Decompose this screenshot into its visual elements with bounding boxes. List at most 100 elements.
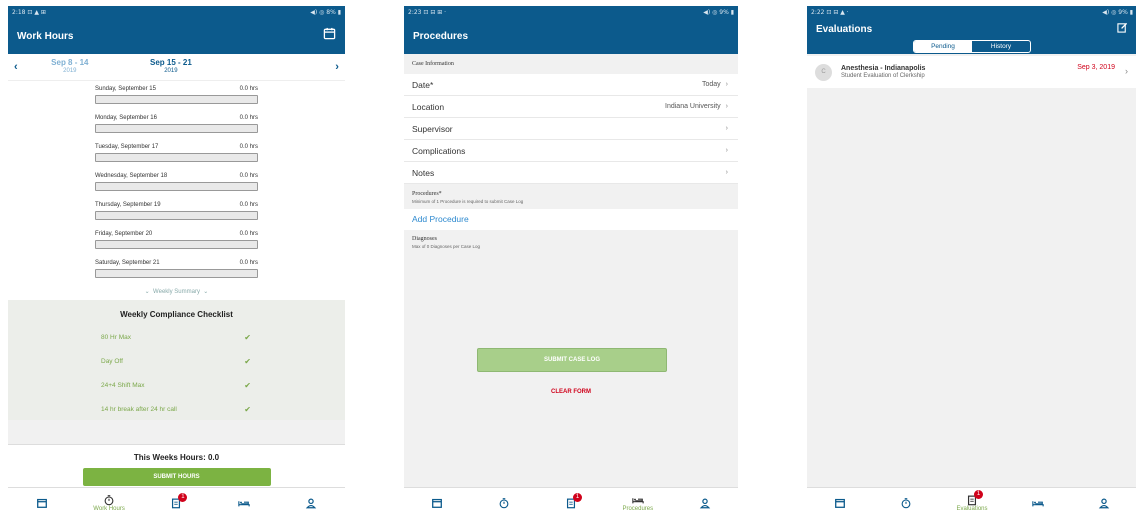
compliance-item: 24+4 Shift Max ✔ — [8, 373, 345, 397]
hours-bar — [95, 124, 258, 133]
tab-evaluations[interactable]: 1 — [551, 492, 591, 509]
tab-pending[interactable]: Pending — [914, 41, 972, 52]
submit-case-log-button[interactable]: SUBMIT CASE LOG — [477, 348, 667, 372]
current-week-year: 2019 — [164, 68, 178, 74]
tab-work-hours[interactable] — [886, 497, 926, 509]
segmented-control: Pending History — [807, 40, 1136, 54]
clear-form-button[interactable]: CLEAR FORM — [404, 389, 738, 395]
tab-calendar[interactable] — [820, 497, 860, 509]
chevron-right-icon: › — [725, 147, 728, 154]
tab-evaluations[interactable]: 1 — [156, 492, 196, 509]
stopwatch-icon — [499, 497, 509, 508]
evaluations-screen: 2:22 ⊡ ⊟ ▲ · ◀) ◎ 9% ▮ Evaluations Pendi… — [807, 6, 1136, 517]
evaluation-list-item[interactable]: C Anesthesia - Indianapolis Student Eval… — [807, 56, 1136, 88]
procedures-header: Procedures* — [412, 191, 442, 197]
day-list: Sunday, September 15 0.0 hrs Monday, Sept… — [8, 81, 345, 300]
procedures-screen: 2:23 ⊡ ⊟ ⊞ · ◀) ◎ 9% ▮ Procedures Case I… — [404, 6, 738, 517]
notes-row[interactable]: Notes › — [404, 162, 738, 184]
check-icon: ✔ — [244, 380, 251, 390]
hours-bar — [95, 182, 258, 191]
day-row[interactable]: Tuesday, September 17 0.0 hrs — [8, 141, 345, 170]
tab-history[interactable]: History — [972, 41, 1030, 52]
submit-hours-button[interactable]: SUBMIT HOURS — [82, 468, 271, 486]
chevron-right-icon: › — [725, 125, 728, 132]
tab-work-hours[interactable] — [484, 497, 524, 509]
check-icon: ✔ — [244, 356, 251, 366]
weekly-summary-toggle[interactable]: ⌄ Weekly Summary ⌄ — [8, 286, 345, 300]
day-row[interactable]: Friday, September 20 0.0 hrs — [8, 228, 345, 257]
supervisor-row[interactable]: Supervisor › — [404, 118, 738, 140]
user-icon — [699, 498, 710, 508]
compliance-item: 14 hr break after 24 hr call ✔ — [8, 397, 345, 421]
prev-week-year: 2019 — [63, 68, 77, 74]
tab-procedures[interactable] — [224, 497, 264, 509]
row-label: Date* — [412, 79, 434, 90]
diagnoses-header: Diagnoses — [412, 236, 437, 242]
evaluation-date: Sep 3, 2019 — [1077, 64, 1115, 71]
tab-label: Procedures — [622, 505, 654, 512]
add-procedure-button[interactable]: Add Procedure — [404, 209, 738, 230]
evaluation-title: Anesthesia - Indianapolis — [841, 65, 926, 72]
tab-evaluations[interactable]: 1 Evaluations — [952, 489, 992, 512]
prev-week[interactable]: Sep 8 - 14 2019 — [51, 58, 88, 76]
procedures-hint: Minimum of 1 Procedure is required to su… — [412, 199, 524, 204]
status-icons: ◀) ◎ 9% ▮ — [703, 8, 734, 16]
page-title: Work Hours — [17, 30, 74, 42]
tab-procedures[interactable]: Procedures — [618, 494, 658, 512]
bottom-tab-bar: 1 Procedures — [404, 487, 738, 517]
tab-work-hours[interactable]: Work Hours — [89, 494, 129, 512]
hours-bar — [95, 240, 258, 249]
complications-row[interactable]: Complications › — [404, 140, 738, 162]
day-row[interactable]: Saturday, September 21 0.0 hrs — [8, 257, 345, 286]
chevron-right-icon: › — [725, 169, 728, 176]
week-navigator: ‹ Sep 8 - 14 2019 Sep 15 - 21 2019 › — [8, 54, 345, 81]
day-row[interactable]: Thursday, September 19 0.0 hrs — [8, 199, 345, 228]
notification-badge: 1 — [178, 492, 188, 502]
chevron-left-icon[interactable]: ‹ — [14, 61, 18, 73]
chevron-right-icon[interactable]: › — [335, 61, 339, 73]
user-icon — [306, 498, 317, 508]
chevron-right-icon: › — [725, 103, 728, 110]
tab-profile[interactable] — [1084, 497, 1124, 509]
bed-icon — [632, 497, 644, 503]
day-row[interactable]: Sunday, September 15 0.0 hrs — [8, 83, 345, 112]
tab-procedures[interactable] — [1018, 497, 1058, 509]
tab-profile[interactable] — [291, 497, 331, 509]
compliance-label: Day Off — [101, 357, 123, 365]
day-row[interactable]: Monday, September 16 0.0 hrs — [8, 112, 345, 141]
tab-profile[interactable] — [685, 497, 725, 509]
weekly-summary-label: Weekly Summary — [153, 289, 200, 295]
compliance-label: 14 hr break after 24 hr call — [101, 405, 177, 413]
compliance-item: Day Off ✔ — [8, 349, 345, 373]
check-icon: ✔ — [244, 404, 251, 414]
chevron-right-icon: › — [725, 81, 728, 88]
date-row[interactable]: Date* Today › — [404, 74, 738, 96]
status-bar: 2:23 ⊡ ⊟ ⊞ · ◀) ◎ 9% ▮ — [404, 6, 738, 18]
tab-calendar[interactable] — [417, 497, 457, 509]
weeks-hours-total: This Weeks Hours: 0.0 — [133, 453, 220, 462]
day-hours: 0.0 hrs — [239, 173, 258, 179]
day-name: Wednesday, September 18 — [95, 173, 168, 179]
bed-icon — [238, 500, 250, 506]
row-label: Complications — [412, 145, 466, 156]
row-label: Notes — [412, 167, 435, 178]
app-bar: Work Hours — [8, 18, 345, 54]
status-time: 2:18 ⊡ ▲ ⊞ — [12, 8, 46, 16]
notification-badge: 1 — [974, 489, 983, 499]
edit-icon[interactable] — [1117, 20, 1128, 38]
location-row[interactable]: Location Indiana University › — [404, 96, 738, 118]
compliance-item: 80 Hr Max ✔ — [8, 325, 345, 349]
day-row[interactable]: Wednesday, September 18 0.0 hrs — [8, 170, 345, 199]
bottom-tab-bar: 1 Evaluations — [807, 487, 1136, 517]
day-hours: 0.0 hrs — [239, 115, 258, 121]
status-time: 2:22 ⊡ ⊟ ▲ · — [811, 8, 849, 16]
tab-calendar[interactable] — [22, 497, 62, 509]
day-name: Saturday, September 21 — [95, 260, 160, 266]
calendar-icon[interactable] — [323, 27, 336, 45]
hours-bar — [95, 153, 258, 162]
bottom-tab-bar: Work Hours 1 — [8, 487, 345, 517]
row-label: Location — [412, 101, 445, 112]
status-icons: ◀) ◎ 9% ▮ — [1102, 8, 1133, 16]
current-week: Sep 15 - 21 2019 — [150, 58, 192, 76]
case-information-header: Case Information — [412, 61, 454, 67]
